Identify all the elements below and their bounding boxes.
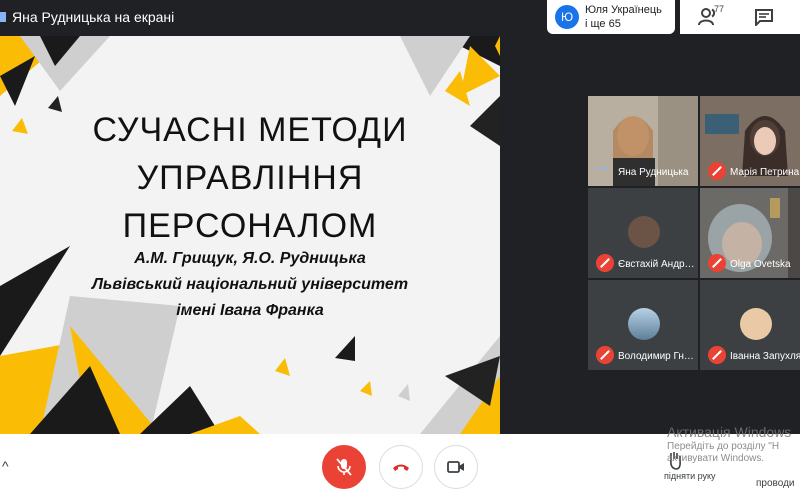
participant-tile[interactable]: Євстахій Андрусишин [588, 188, 698, 278]
avatar [628, 216, 660, 248]
slide-title-line: ПЕРСОНАЛОМ [122, 207, 378, 245]
people-count: 77 [714, 4, 725, 14]
participant-tile[interactable]: ••• Яна Рудницька [588, 96, 698, 186]
speaking-indicator-icon: ••• [596, 164, 610, 175]
chip-line-2: і ще 65 [585, 18, 621, 30]
avatar [628, 308, 660, 340]
chevron-up-icon[interactable]: ^ [2, 458, 9, 474]
mic-off-icon [596, 346, 614, 364]
watermark-line-2: активувати Windows. [667, 453, 765, 464]
watermark-line-1: Перейдіть до розділу "Н [667, 441, 780, 452]
participant-name: Іванна Запухляк [730, 351, 800, 362]
windows-activation-watermark: Активація Windows Перейдіть до розділу "… [667, 424, 800, 465]
watermark-title: Активація Windows [667, 424, 792, 440]
mic-off-icon [708, 346, 726, 364]
participants-chip-text: Юля Українець і ще 65 [585, 3, 675, 31]
mic-off-icon [708, 254, 726, 272]
slide-university: Львівський національний університет [91, 276, 409, 293]
participant-name: Olga Ovetska [730, 259, 791, 270]
slide-university-2: імені Івана Франка [176, 302, 324, 319]
participant-name: Володимир Гнатів [618, 351, 696, 362]
presentation-slide: СУЧАСНІ МЕТОДИ УПРАВЛІННЯ ПЕРСОНАЛОМ А.М… [0, 36, 500, 434]
participant-tile[interactable]: Olga Ovetska [700, 188, 800, 278]
mic-off-icon [336, 458, 352, 476]
participant-name: Марія Петрина [730, 167, 800, 178]
participant-tile[interactable]: Володимир Гнатів [588, 280, 698, 370]
participant-tile[interactable]: Марія Петрина [700, 96, 800, 186]
slide-title: СУЧАСНІ МЕТОДИ УПРАВЛІННЯ ПЕРСОНАЛОМ [40, 106, 460, 250]
participant-name: Яна Рудницька [618, 167, 689, 178]
presenting-indicator-icon [0, 12, 6, 22]
top-bar: Яна Рудницька на екрані Ю Юля Українець … [0, 0, 800, 36]
slide-authors: А.М. Грищук, Я.О. Рудницька [134, 250, 366, 267]
hangup-icon [393, 464, 409, 471]
mic-off-icon [596, 254, 614, 272]
camera-toggle-button[interactable] [434, 445, 478, 489]
slide-title-line: УПРАВЛІННЯ [136, 159, 364, 197]
participant-name: Євстахій Андрусишин [618, 259, 696, 270]
chat-icon[interactable] [754, 8, 774, 26]
hangup-button[interactable] [379, 445, 423, 489]
slide-title-line: СУЧАСНІ МЕТОДИ [92, 111, 408, 149]
avatar [740, 308, 772, 340]
participants-chip[interactable]: Ю Юля Українець і ще 65 [547, 0, 675, 34]
camera-icon [447, 461, 464, 473]
mic-off-icon [708, 162, 726, 180]
raise-hand-label: підняти руку [664, 471, 716, 481]
slide-subtitle: А.М. Грищук, Я.О. Рудницька Львівський н… [40, 246, 460, 324]
participant-tile[interactable]: Іванна Запухляк [700, 280, 800, 370]
participant-grid: ••• Яна Рудницька Марія Петрина Євстахій… [588, 96, 800, 378]
avatar: Ю [555, 5, 579, 29]
chip-line-1: Юля Українець [585, 4, 662, 16]
presenting-title: Яна Рудницька на екрані [12, 9, 175, 25]
mic-toggle-button[interactable] [322, 445, 366, 489]
present-label: проводи [756, 478, 795, 489]
top-right-controls: 77 [680, 0, 800, 34]
